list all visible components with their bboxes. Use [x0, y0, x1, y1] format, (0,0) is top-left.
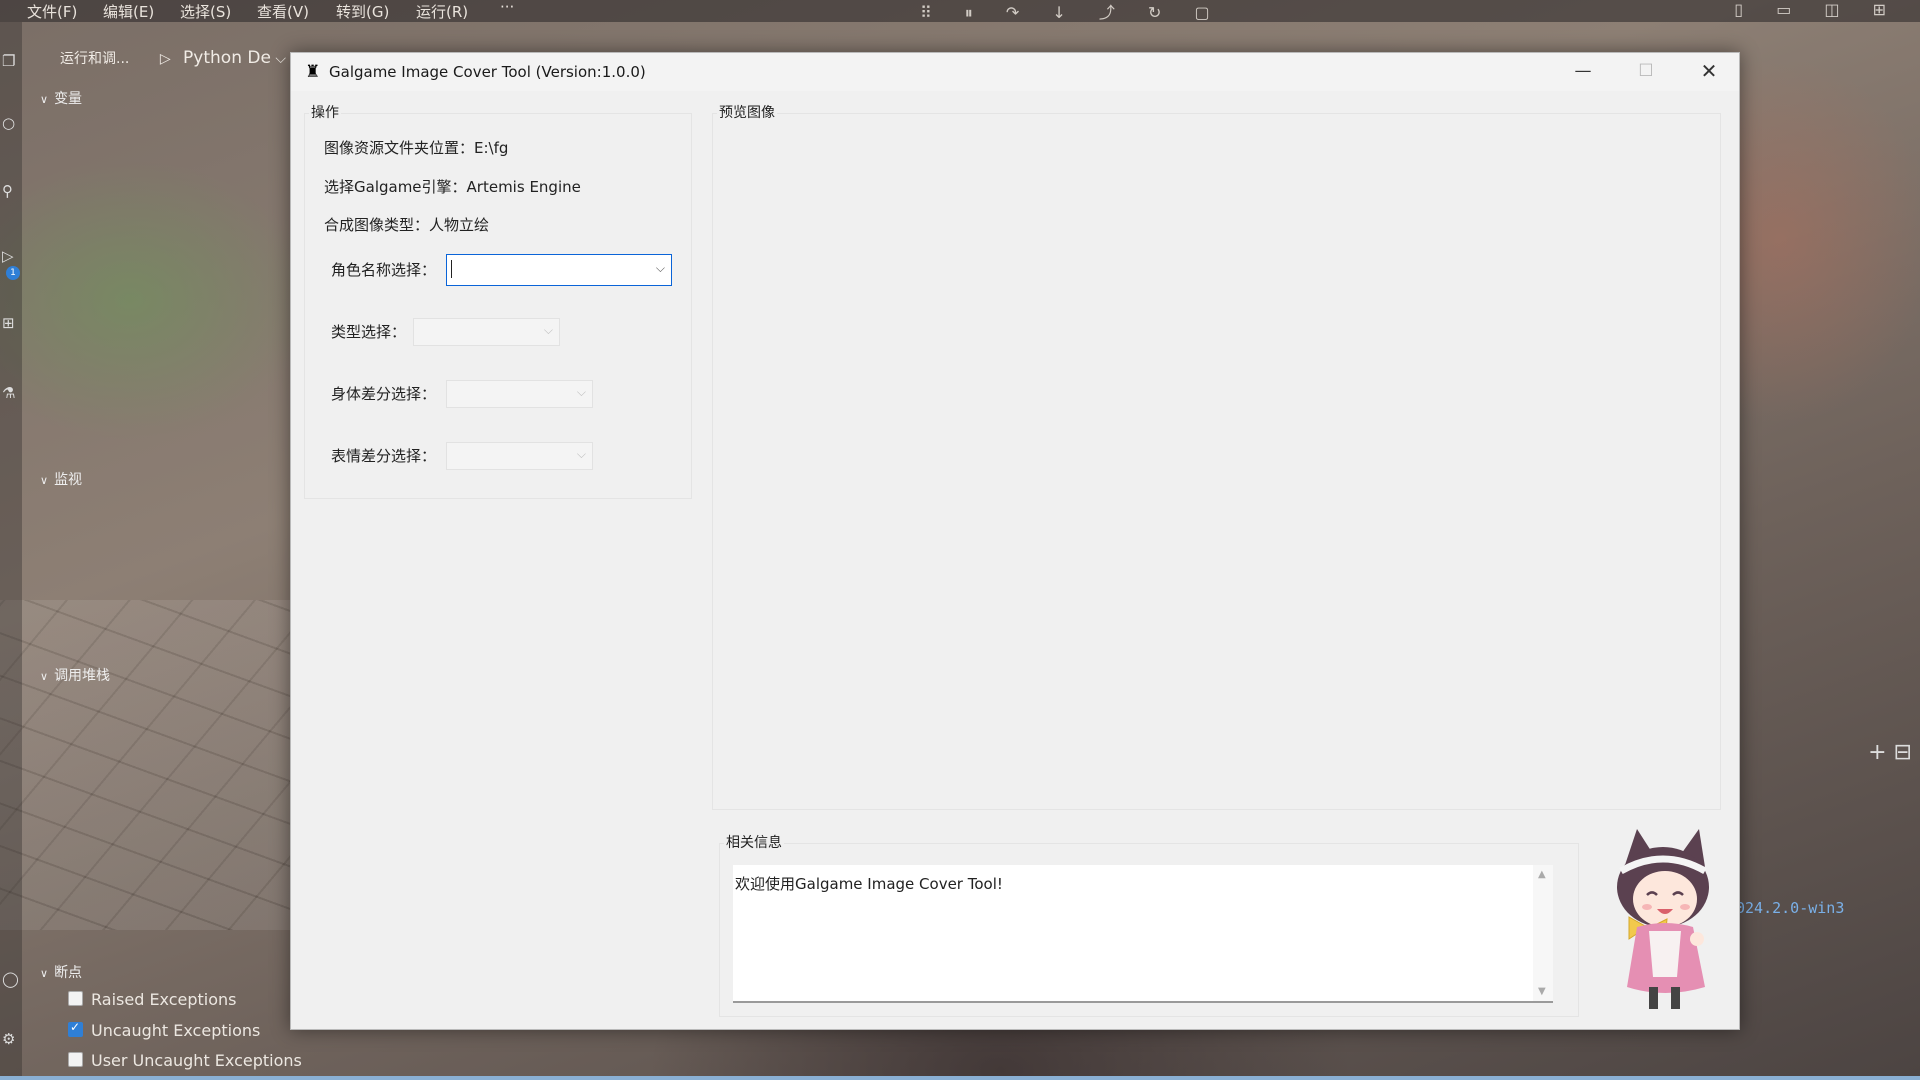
explorer-icon[interactable]: ❐	[2, 52, 15, 70]
preview-group: 预览图像	[712, 102, 1721, 810]
settings-gear-icon[interactable]: ⚙	[2, 1030, 15, 1048]
body-diff-combobox[interactable]: ⌵	[446, 380, 593, 408]
start-debug-icon[interactable]: ▷	[160, 51, 171, 67]
debug-badge: 1	[6, 266, 20, 280]
run-debug-icon[interactable]: ▷	[2, 247, 14, 265]
layout-toggle-icons[interactable]: ▯ ▭ ◫ ⊞	[1734, 0, 1900, 19]
chevron-down-icon[interactable]: ⌵	[656, 261, 665, 276]
account-icon[interactable]: ◯	[2, 970, 19, 988]
window-title: Galgame Image Cover Tool (Version:1.0.0)	[329, 63, 646, 81]
info-textbox[interactable]: 欢迎使用Galgame Image Cover Tool! ▲ ▼	[733, 865, 1553, 1003]
search-icon[interactable]: ○	[2, 114, 15, 132]
menu-file[interactable]: 文件(F)	[27, 1, 77, 22]
terminal-output-snippet: 024.2.0-win3	[1736, 899, 1845, 917]
minimize-button[interactable]: —	[1557, 57, 1609, 85]
character-name-combobox[interactable]: ⌵	[446, 254, 672, 286]
checkbox-checked[interactable]	[68, 1020, 83, 1037]
info-scrollbar[interactable]: ▲ ▼	[1533, 865, 1553, 1001]
run-debug-title: 运行和调...	[60, 51, 130, 67]
extensions-icon[interactable]: ⊞	[2, 314, 15, 332]
app-icon: ♜	[305, 62, 321, 82]
chevron-down-icon: ∨	[40, 967, 49, 980]
engine-text: 选择Galgame引擎：Artemis Engine	[324, 178, 581, 196]
close-button[interactable]: ✕	[1683, 57, 1735, 85]
body-diff-label: 身体差分选择：	[331, 385, 437, 403]
scroll-down-arrow-icon[interactable]: ▼	[1538, 986, 1546, 997]
operation-group: 操作 图像资源文件夹位置：E:\fg 选择Galgame引擎：Artemis E…	[304, 102, 692, 499]
debug-toolbar[interactable]: ⠿ ⏸ ↷ ↓ ⤴ ↻ ▢	[920, 0, 1224, 23]
galgame-tool-window: ♜ Galgame Image Cover Tool (Version:1.0.…	[290, 52, 1740, 1030]
testing-icon[interactable]: ⚗	[2, 384, 15, 402]
text-cursor	[451, 260, 452, 278]
section-breakpoints[interactable]: ∨ 断点	[40, 962, 82, 982]
breakpoint-uncaught-exceptions[interactable]: Uncaught Exceptions	[68, 1020, 260, 1040]
character-label: 角色名称选择：	[331, 261, 437, 279]
section-variables[interactable]: ∨ 变量	[40, 88, 82, 108]
menu-edit[interactable]: 编辑(E)	[103, 1, 154, 22]
type-combobox[interactable]: ⌵	[413, 318, 560, 346]
info-group-label: 相关信息	[724, 832, 784, 852]
chevron-down-icon[interactable]: ⌵	[275, 51, 286, 67]
activity-bar: ❐ ○ ⚲ ▷ 1 ⊞ ⚗ ◯ ⚙	[0, 22, 22, 1080]
chevron-down-icon: ⌵	[543, 323, 553, 337]
panel-side-icons[interactable]: + ⊟	[1868, 740, 1912, 765]
chevron-down-icon: ∨	[40, 93, 49, 106]
breakpoint-user-uncaught-exceptions[interactable]: User Uncaught Exceptions	[68, 1051, 302, 1070]
preview-group-label: 预览图像	[717, 102, 777, 122]
chibi-mascot-image	[1617, 829, 1709, 1009]
run-debug-header: 运行和调... ▷ Python De ⌵	[60, 48, 286, 68]
chevron-down-icon: ∨	[40, 474, 49, 487]
expression-diff-combobox[interactable]: ⌵	[446, 442, 593, 470]
type-label: 类型选择：	[331, 323, 407, 341]
launch-config-select[interactable]: Python De	[183, 48, 271, 68]
folder-location-text: 图像资源文件夹位置：E:\fg	[324, 139, 509, 157]
breakpoint-raised-exceptions[interactable]: Raised Exceptions	[68, 990, 237, 1009]
image-type-text: 合成图像类型：人物立绘	[324, 216, 490, 234]
checkbox[interactable]	[68, 1052, 83, 1067]
chevron-down-icon: ∨	[40, 670, 49, 683]
window-titlebar[interactable]: ♜ Galgame Image Cover Tool (Version:1.0.…	[291, 53, 1739, 91]
menu-selection[interactable]: 选择(S)	[180, 1, 231, 22]
expression-diff-label: 表情差分选择：	[331, 447, 437, 465]
ide-menubar: 文件(F) 编辑(E) 选择(S) 查看(V) 转到(G) 运行(R) ··· …	[0, 0, 1920, 22]
checkbox[interactable]	[68, 991, 83, 1006]
section-watch[interactable]: ∨ 监视	[40, 469, 82, 489]
menu-goto[interactable]: 转到(G)	[336, 1, 389, 22]
scroll-up-arrow-icon[interactable]: ▲	[1538, 869, 1546, 880]
status-bar	[0, 1076, 1920, 1080]
section-callstack[interactable]: ∨ 调用堆栈	[40, 665, 110, 685]
welcome-message: 欢迎使用Galgame Image Cover Tool!	[735, 875, 1003, 893]
background-artwork	[0, 600, 290, 930]
chevron-down-icon: ⌵	[576, 385, 586, 399]
source-control-icon[interactable]: ⚲	[2, 182, 13, 200]
menu-view[interactable]: 查看(V)	[257, 1, 309, 22]
menu-more-button[interactable]: ···	[500, 0, 514, 16]
menu-run[interactable]: 运行(R)	[416, 1, 468, 22]
maximize-button[interactable]: ☐	[1620, 57, 1672, 85]
operation-group-label: 操作	[309, 102, 341, 122]
chevron-down-icon: ⌵	[576, 447, 586, 461]
